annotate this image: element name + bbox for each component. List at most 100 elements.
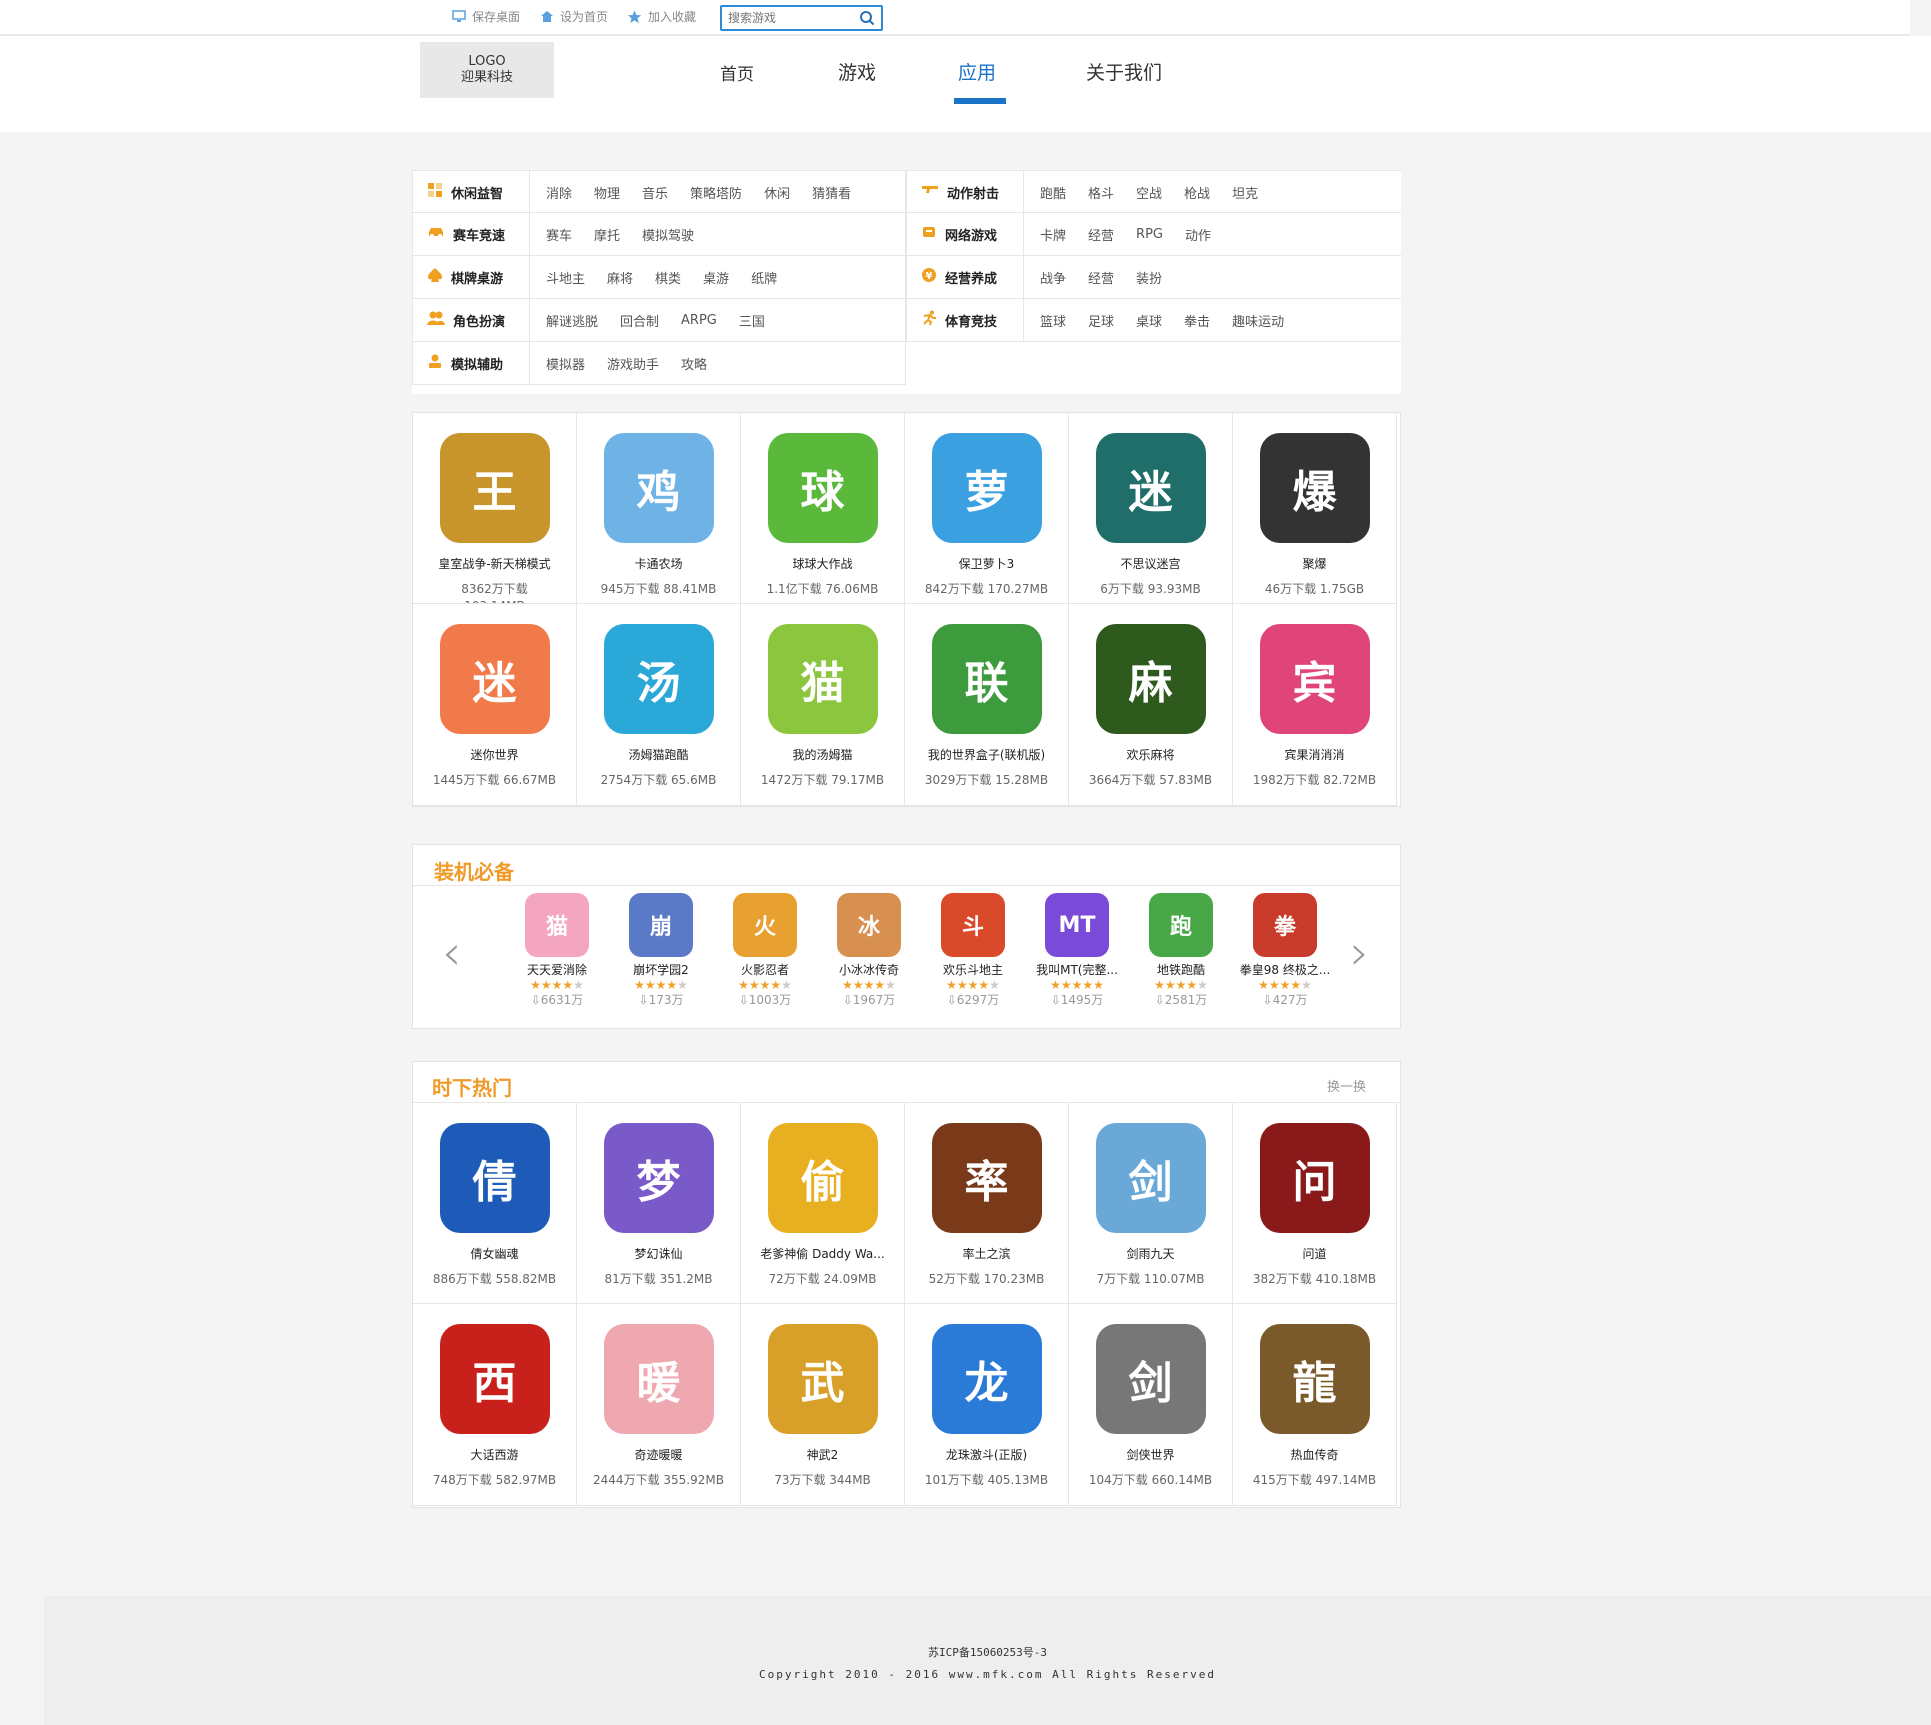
category-tag[interactable]: 格斗	[1088, 183, 1114, 202]
app-card[interactable]: 迷不思议迷宫 6万下载 93.93MB	[1069, 413, 1233, 604]
app-card[interactable]: 龍热血传奇 415万下载 497.14MB	[1233, 1304, 1397, 1506]
category-tag[interactable]: 趣味运动	[1232, 311, 1284, 330]
category-tag[interactable]: 桌游	[703, 268, 729, 287]
app-icon[interactable]: 跑	[1149, 893, 1213, 957]
app-icon[interactable]: 剑	[1095, 1324, 1206, 1434]
category-tag[interactable]: 摩托	[594, 225, 620, 244]
app-name[interactable]: 地铁跑酷	[1129, 961, 1233, 978]
app-icon[interactable]: 斗	[941, 893, 1005, 957]
app-icon[interactable]: 冰	[837, 893, 901, 957]
app-name[interactable]: 剑侠世界	[1069, 1446, 1232, 1463]
app-name[interactable]: 剑雨九天	[1069, 1245, 1232, 1262]
essential-app[interactable]: 猫天天爱消除 ★★★★★ ⇩6631万	[505, 893, 609, 1008]
category-tag[interactable]: 物理	[594, 183, 620, 202]
app-name[interactable]: 卡通农场	[577, 555, 740, 572]
app-card[interactable]: 龙龙珠激斗(正版) 101万下载 405.13MB	[905, 1304, 1069, 1506]
app-name[interactable]: 梦幻诛仙	[577, 1245, 740, 1262]
logo[interactable]: LOGO 迎果科技	[420, 42, 554, 98]
app-card[interactable]: 率率土之滨 52万下载 170.23MB	[905, 1103, 1069, 1304]
category-tag[interactable]: 经营	[1088, 268, 1114, 287]
category-tag[interactable]: 足球	[1088, 311, 1114, 330]
category-tag[interactable]: RPG	[1136, 227, 1163, 242]
essential-app[interactable]: 崩崩坏学园2 ★★★★★ ⇩173万	[609, 893, 713, 1008]
app-icon[interactable]: 西	[439, 1324, 550, 1434]
essential-app[interactable]: 火火影忍者 ★★★★★ ⇩1003万	[713, 893, 817, 1008]
app-icon[interactable]: 火	[733, 893, 797, 957]
app-name[interactable]: 迷你世界	[413, 746, 576, 763]
category-tag[interactable]: 坦克	[1232, 183, 1258, 202]
category-tag[interactable]: 麻将	[607, 268, 633, 287]
category-动作射击[interactable]: 动作射击	[907, 171, 1024, 213]
app-icon[interactable]: 爆	[1259, 433, 1370, 543]
app-icon[interactable]: 倩	[439, 1123, 550, 1233]
category-tag[interactable]: 三国	[739, 311, 765, 330]
app-name[interactable]: 崩坏学园2	[609, 961, 713, 978]
category-tag[interactable]: 赛车	[546, 225, 572, 244]
app-card[interactable]: 汤汤姆猫跑酷 2754万下载 65.6MB	[577, 604, 741, 806]
app-card[interactable]: 剑剑雨九天 7万下载 110.07MB	[1069, 1103, 1233, 1304]
app-name[interactable]: 率土之滨	[905, 1245, 1068, 1262]
app-icon[interactable]: 迷	[439, 624, 550, 734]
app-card[interactable]: 倩倩女幽魂 886万下载 558.82MB	[413, 1103, 577, 1304]
set-homepage-link[interactable]: 设为首页	[540, 8, 608, 25]
search-icon[interactable]	[859, 10, 875, 26]
app-card[interactable]: 武神武2 73万下载 344MB	[741, 1304, 905, 1506]
app-name[interactable]: 我的汤姆猫	[741, 746, 904, 763]
category-tag[interactable]: 猜猜看	[812, 183, 851, 202]
app-name[interactable]: 神武2	[741, 1446, 904, 1463]
carousel-next-button[interactable]: ›	[1350, 925, 1369, 981]
category-tag[interactable]: 模拟器	[546, 354, 585, 373]
nav-games[interactable]: 游戏	[838, 58, 876, 85]
app-card[interactable]: 萝保卫萝卜3 842万下载 170.27MB	[905, 413, 1069, 604]
refresh-link[interactable]: 换一换	[1327, 1076, 1366, 1095]
essential-app[interactable]: 斗欢乐斗地主 ★★★★★ ⇩6297万	[921, 893, 1025, 1008]
category-tag[interactable]: 纸牌	[751, 268, 777, 287]
app-icon[interactable]: 联	[931, 624, 1042, 734]
app-name[interactable]: 倩女幽魂	[413, 1245, 576, 1262]
app-card[interactable]: 宾宾果消消消 1982万下载 82.72MB	[1233, 604, 1397, 806]
app-icon[interactable]: 问	[1259, 1123, 1370, 1233]
app-icon[interactable]: 武	[767, 1324, 878, 1434]
app-card[interactable]: 暖奇迹暖暖 2444万下载 355.92MB	[577, 1304, 741, 1506]
category-经营养成[interactable]: ¥ 经营养成	[907, 256, 1024, 298]
category-网络游戏[interactable]: 网络游戏	[907, 213, 1024, 255]
category-tag[interactable]: 经营	[1088, 225, 1114, 244]
category-tag[interactable]: ARPG	[681, 313, 717, 328]
app-name[interactable]: 奇迹暖暖	[577, 1446, 740, 1463]
nav-apps[interactable]: 应用	[958, 58, 996, 85]
app-card[interactable]: 西大话西游 748万下载 582.97MB	[413, 1304, 577, 1506]
app-icon[interactable]: 麻	[1095, 624, 1206, 734]
app-card[interactable]: 王皇室战争-新天梯模式8362万下载103.14MB	[413, 413, 577, 604]
app-name[interactable]: 欢乐斗地主	[921, 961, 1025, 978]
app-icon[interactable]: 偷	[767, 1123, 878, 1233]
category-tag[interactable]: 回合制	[620, 311, 659, 330]
app-name[interactable]: 大话西游	[413, 1446, 576, 1463]
category-tag[interactable]: 解谜逃脱	[546, 311, 598, 330]
app-icon[interactable]: 剑	[1095, 1123, 1206, 1233]
app-icon[interactable]: 鸡	[603, 433, 714, 543]
essential-app[interactable]: MT 我叫MT(完整... ★★★★★ ⇩1495万	[1025, 893, 1129, 1008]
app-icon[interactable]: 率	[931, 1123, 1042, 1233]
app-card[interactable]: 迷迷你世界 1445万下载 66.67MB	[413, 604, 577, 806]
app-name[interactable]: 龙珠激斗(正版)	[905, 1446, 1068, 1463]
search-input[interactable]	[722, 7, 847, 29]
app-card[interactable]: 爆聚爆 46万下载 1.75GB	[1233, 413, 1397, 604]
category-tag[interactable]: 卡牌	[1040, 225, 1066, 244]
app-name[interactable]: 天天爱消除	[505, 961, 609, 978]
category-tag[interactable]: 游戏助手	[607, 354, 659, 373]
app-icon[interactable]: 暖	[603, 1324, 714, 1434]
app-icon[interactable]: 龍	[1259, 1324, 1370, 1434]
category-tag[interactable]: 拳击	[1184, 311, 1210, 330]
app-card[interactable]: 麻欢乐麻将 3664万下载 57.83MB	[1069, 604, 1233, 806]
app-icon[interactable]: 王	[439, 433, 550, 543]
app-name[interactable]: 问道	[1233, 1245, 1396, 1262]
app-icon[interactable]: 龙	[931, 1324, 1042, 1434]
app-icon[interactable]: 崩	[629, 893, 693, 957]
category-赛车竞速[interactable]: 赛车竞速	[413, 213, 530, 255]
app-name[interactable]: 拳皇98 终极之...	[1233, 961, 1337, 978]
app-name[interactable]: 保卫萝卜3	[905, 555, 1068, 572]
app-name[interactable]: 汤姆猫跑酷	[577, 746, 740, 763]
category-tag[interactable]: 模拟驾驶	[642, 225, 694, 244]
category-tag[interactable]: 音乐	[642, 183, 668, 202]
category-角色扮演[interactable]: 角色扮演	[413, 299, 530, 341]
